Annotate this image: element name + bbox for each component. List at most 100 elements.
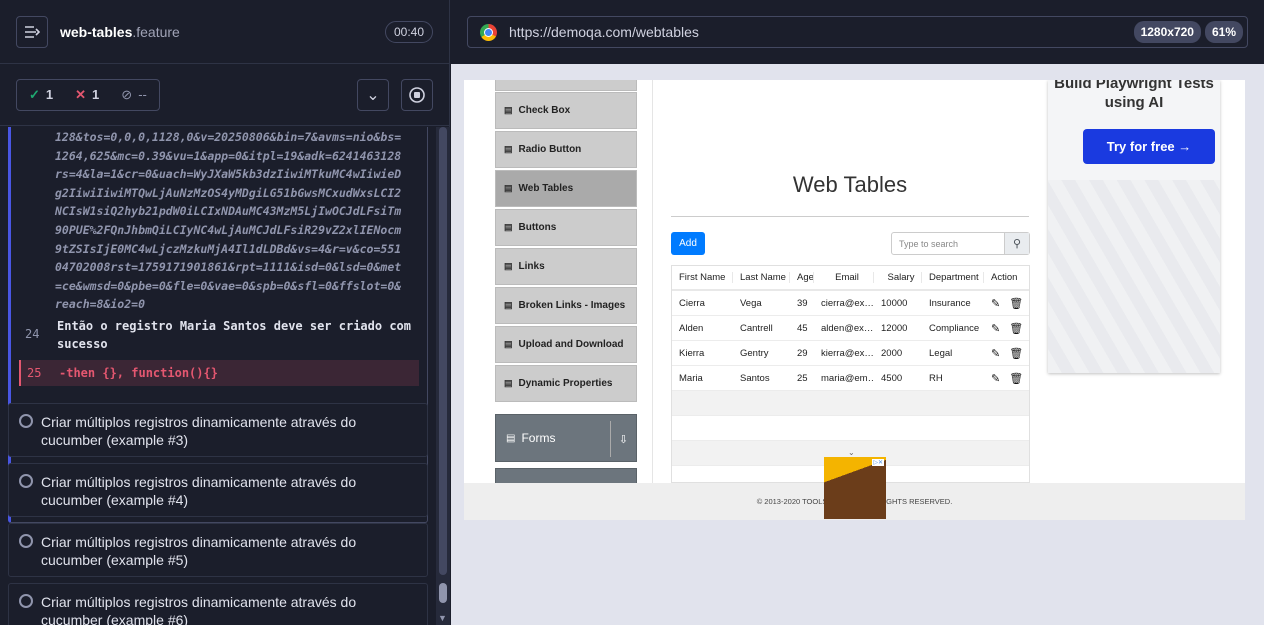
code-line: 90PUE%2FQnJhbmQiLCIyNC4wLjAuMCJdLFsiR29v… bbox=[55, 222, 402, 237]
side-ad[interactable]: Build Playwright Tests using AI Try for … bbox=[1048, 80, 1220, 373]
cell: cierra@ex… bbox=[821, 297, 874, 309]
nav-label: Upload and Download bbox=[518, 339, 624, 350]
cell: kierra@ex… bbox=[821, 347, 874, 359]
title-rule bbox=[671, 216, 1029, 217]
column-header[interactable]: Age bbox=[790, 272, 814, 283]
nav-item-radio-button[interactable]: ▤ Radio Button bbox=[495, 131, 637, 168]
item-icon: ▤ bbox=[504, 222, 513, 232]
cell: 45 bbox=[797, 322, 808, 334]
nav-item-check-box[interactable]: ▤ Check Box bbox=[495, 92, 637, 129]
url-text: https://demoqa.com/webtables bbox=[509, 24, 699, 40]
page-title: Web Tables bbox=[792, 172, 908, 197]
spec-file-name: web-tables bbox=[60, 23, 133, 40]
command-log: 128&tos=0,0,0,1128,0&v=20250806&bin=7&av… bbox=[0, 127, 436, 625]
column-header[interactable]: First Name bbox=[672, 272, 733, 283]
column-header[interactable]: Action bbox=[984, 272, 1029, 283]
test-item[interactable]: Criar múltiplos registros dinamicamente … bbox=[8, 523, 428, 577]
test-item[interactable]: Criar múltiplos registros dinamicamente … bbox=[8, 583, 428, 625]
x-icon: ✕ bbox=[75, 86, 87, 102]
nav-label: Web Tables bbox=[518, 183, 574, 194]
add-button[interactable]: Add bbox=[671, 232, 705, 255]
table-row-empty bbox=[672, 416, 1029, 441]
item-icon: ▤ bbox=[504, 144, 513, 154]
cell: Legal bbox=[929, 347, 953, 359]
search-icon[interactable]: ⚲ bbox=[1004, 233, 1029, 254]
step-24[interactable]: 24 Então o registro Maria Santos deve se… bbox=[11, 317, 427, 355]
column-header[interactable]: Email bbox=[814, 272, 874, 283]
cell: Alden bbox=[679, 322, 704, 334]
column-header[interactable]: Last Name bbox=[733, 272, 790, 283]
run-timer: 00:40 bbox=[384, 20, 433, 43]
nav-item-dynamic-properties[interactable]: ▤ Dynamic Properties bbox=[495, 365, 637, 402]
pending-value: -- bbox=[138, 87, 147, 102]
item-icon: ▤ bbox=[504, 261, 513, 271]
table-header: First Name Last Name Age Email Salary De… bbox=[672, 266, 1029, 291]
reporter-panel: web-tables.feature 00:40 ✓ 1 ✕ 1 ⊘ -- ⌄ 128… bbox=[0, 0, 450, 625]
test-item[interactable]: Criar múltiplos registros dinamicamente … bbox=[8, 403, 428, 457]
stop-button[interactable] bbox=[401, 78, 433, 111]
url-box[interactable]: https://demoqa.com/webtables 1280x720 61… bbox=[467, 16, 1248, 48]
file-icon: ▤ bbox=[506, 432, 516, 444]
edit-pencil-icon[interactable]: ✎ bbox=[991, 322, 1000, 335]
column-header[interactable]: Department bbox=[922, 272, 984, 283]
cell: Kierra bbox=[679, 347, 705, 359]
nav-item-web-tables[interactable]: ▤ Web Tables bbox=[495, 170, 637, 207]
nav-item-links[interactable]: ▤ Links bbox=[495, 248, 637, 285]
cell: Vega bbox=[740, 297, 762, 309]
ad-pattern bbox=[1048, 180, 1220, 373]
scrollbar-thumb[interactable] bbox=[439, 583, 447, 603]
code-line: NCIsW1siQ2hyb21pdW0iLCIxNDAuMC43MzM5LjIw… bbox=[55, 204, 402, 219]
cell: alden@ex… bbox=[821, 322, 874, 334]
stop-icon bbox=[409, 86, 425, 103]
chevron-down-icon[interactable]: ⌄ bbox=[848, 448, 855, 457]
code-line: g2IiwiIiwiMTQwLjAuNzMzOS4yMDgiLG51bGwsMC… bbox=[55, 185, 402, 200]
chrome-icon bbox=[480, 23, 497, 41]
trash-icon[interactable]: 🗑 bbox=[1009, 372, 1023, 385]
passed-count: ✓ 1 bbox=[29, 87, 53, 103]
pending-circle-icon bbox=[19, 594, 33, 608]
url-bar: https://demoqa.com/webtables 1280x720 61… bbox=[451, 0, 1264, 64]
ad-choices-icon[interactable]: ▷✕ bbox=[872, 459, 884, 466]
nav-item-broken-links[interactable]: ▤ Broken Links - Images bbox=[495, 287, 637, 324]
cell: 2000 bbox=[881, 347, 903, 359]
failed-count: ✕ 1 bbox=[75, 87, 99, 103]
ad-try-free-button[interactable]: Try for free → bbox=[1083, 129, 1215, 164]
trash-icon[interactable]: 🗑 bbox=[1009, 347, 1023, 360]
edit-pencil-icon[interactable]: ✎ bbox=[991, 347, 1000, 360]
scrollbar-track-fill bbox=[439, 127, 447, 575]
trash-icon[interactable]: 🗑 bbox=[1009, 322, 1023, 335]
pending-count: ⊘ -- bbox=[121, 87, 147, 103]
table-row: Maria Santos 25 maria@em… 4500 RH ✎ 🗑 bbox=[672, 366, 1029, 391]
scroll-down-icon[interactable]: ▼ bbox=[438, 613, 447, 623]
code-line: 128&tos=0,0,0,1128,0&v=20250806&bin=7&av… bbox=[55, 130, 402, 144]
test-item[interactable]: Criar múltiplos registros dinamicamente … bbox=[8, 463, 428, 517]
nav-item-buttons[interactable]: ▤ Buttons bbox=[495, 209, 637, 246]
cell: maria@em… bbox=[821, 372, 874, 384]
cell: 10000 bbox=[881, 297, 908, 309]
reporter-scrollbar[interactable]: ▼ bbox=[436, 127, 450, 625]
item-icon: ▤ bbox=[504, 105, 513, 115]
stats-bar: ✓ 1 ✕ 1 ⊘ -- ⌄ bbox=[0, 64, 449, 126]
collapse-button[interactable]: ⌄ bbox=[357, 78, 389, 111]
step-25-failed[interactable]: 25 -then {}, function(){} bbox=[19, 360, 419, 386]
step-number: 25 bbox=[27, 366, 42, 380]
edit-pencil-icon[interactable]: ✎ bbox=[991, 372, 1000, 385]
edit-pencil-icon[interactable]: ✎ bbox=[991, 297, 1000, 310]
nav-group-forms[interactable]: ▤ Forms ⇩ bbox=[495, 414, 637, 462]
nav-label: Radio Button bbox=[518, 144, 582, 155]
check-icon: ✓ bbox=[29, 86, 40, 102]
scale-badge: 61% bbox=[1204, 21, 1243, 43]
item-icon: ▤ bbox=[504, 339, 513, 349]
bottom-ad[interactable]: ▷✕ bbox=[824, 457, 886, 519]
column-header[interactable]: Salary bbox=[874, 272, 922, 283]
nav-item-top[interactable] bbox=[495, 80, 637, 91]
search-input[interactable]: Type to search bbox=[892, 239, 1004, 249]
cell: Cierra bbox=[679, 297, 705, 309]
pending-circle-icon bbox=[19, 414, 33, 428]
nav-item-upload-download[interactable]: ▤ Upload and Download bbox=[495, 326, 637, 363]
cell: Gentry bbox=[740, 347, 769, 359]
trash-icon[interactable]: 🗑 bbox=[1009, 297, 1023, 310]
code-line: rs=4&la=1&cr=0&uach=WyJXaW5kb3dzIiwiMTku… bbox=[55, 167, 402, 182]
specs-list-button[interactable] bbox=[16, 15, 48, 48]
code-line: 1264,625&mc=0.39&vu=1&app=0&itpl=19&adk=… bbox=[55, 148, 402, 163]
